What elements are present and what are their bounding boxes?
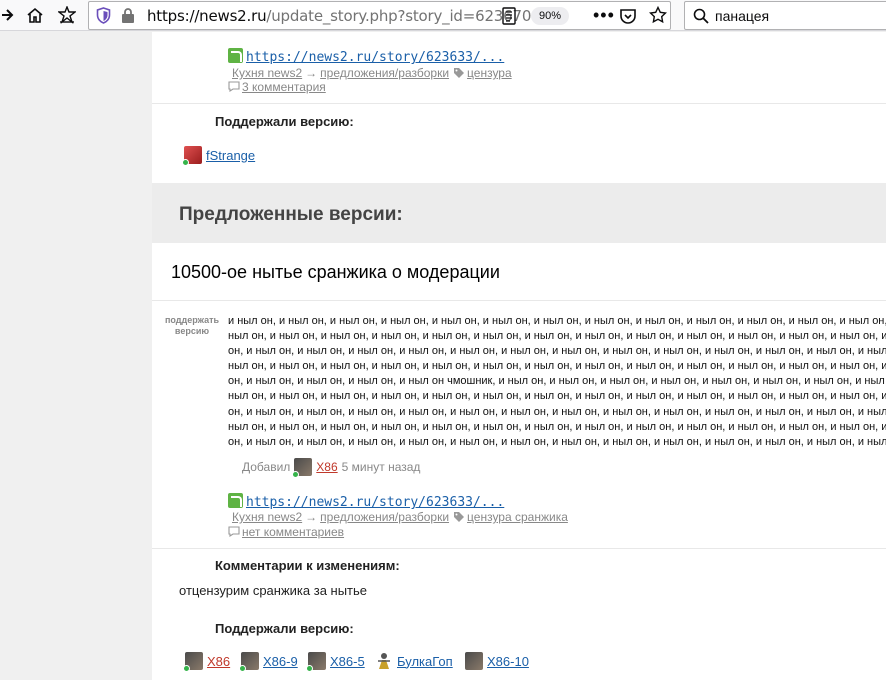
url-path: /update_story.php?story_id=623670	[266, 7, 532, 25]
story-link[interactable]: https://news2.ru/story/623633/...	[246, 50, 504, 65]
supporter-bulkagop[interactable]: БулкаГоп	[375, 652, 453, 670]
supporter-name[interactable]: X86-9	[263, 654, 298, 669]
home-icon[interactable]	[22, 2, 48, 28]
supporter-name[interactable]: X86-10	[487, 654, 529, 669]
changes-text: отцензурим сранжика за нытье	[179, 583, 368, 598]
online-indicator	[292, 471, 300, 478]
search-input[interactable]: панацея	[715, 8, 769, 24]
divider	[152, 300, 886, 301]
supporter-fstrange[interactable]: fStrange	[182, 146, 255, 166]
online-indicator	[306, 665, 313, 672]
tag-link[interactable]: цензура	[467, 66, 512, 80]
search-bar[interactable]: панацея	[684, 1, 886, 30]
browser-toolbar: https://news2.ru/update_story.php?story_…	[0, 0, 886, 31]
url-text[interactable]: https://news2.ru/update_story.php?story_…	[147, 7, 531, 25]
avatar[interactable]	[292, 458, 313, 478]
divider	[152, 548, 886, 549]
supporters-label: Поддержали версию:	[215, 114, 354, 129]
supporter-name[interactable]: БулкаГоп	[397, 654, 453, 669]
body-line: и ныл он, и ныл он, и ныл он, и ныл он, …	[228, 315, 886, 327]
pocket-icon[interactable]	[619, 7, 637, 25]
story-meta: Кухня news2 → предложения/разборки цензура	[232, 66, 512, 80]
page-actions-icon[interactable]: •••	[593, 5, 615, 26]
source-link[interactable]: Кухня news2	[232, 66, 302, 80]
arrow-icon: →	[305, 510, 318, 524]
supporter-name[interactable]: X86	[207, 654, 230, 669]
added-by-row: Добавил X86 5 минут назад	[242, 458, 421, 478]
online-indicator	[182, 159, 189, 166]
supporters-label: Поддержали версию:	[215, 621, 354, 636]
story-body: и ныл он, и ныл он, и ныл он, и ныл он, …	[228, 314, 886, 450]
avatar[interactable]	[465, 652, 483, 670]
body-line: он, и ныл он, и ныл он, и ныл он, и ныл …	[228, 435, 886, 448]
section-title: Предложенные версии:	[179, 204, 403, 225]
story-link-row: https://news2.ru/story/623633/...	[228, 48, 504, 65]
body-line: ныл он, и ныл он, и ныл он, и ныл он, и …	[228, 420, 886, 433]
news2-icon	[228, 493, 243, 508]
arrow-icon: →	[305, 66, 318, 80]
added-label: Добавил	[242, 460, 291, 474]
body-line: он, и ныл он, и ныл он, и ныл он, и ныл …	[228, 345, 886, 358]
story-link-row: https://news2.ru/story/623633/...	[228, 493, 504, 510]
supporter-x86-9[interactable]: X86-9	[239, 652, 298, 672]
story-meta: Кухня news2 → предложения/разборки цензура …	[232, 510, 568, 524]
tag-icon	[454, 512, 465, 522]
category-link[interactable]: предложения/разборки	[320, 66, 449, 80]
body-line: ныл он, и ныл он, и ныл он, и ныл он, и …	[228, 330, 886, 343]
online-indicator	[239, 665, 246, 672]
page-content: https://news2.ru/story/623633/... Кухня …	[152, 32, 886, 680]
search-icon	[693, 8, 709, 24]
supporter-x86-5[interactable]: X86-5	[306, 652, 365, 672]
added-time: 5 минут назад	[341, 460, 421, 474]
supporter-name[interactable]: fStrange	[206, 148, 255, 163]
avatar[interactable]	[182, 146, 202, 166]
supporter-x86-10[interactable]: X86-10	[465, 652, 529, 670]
divider	[152, 103, 886, 104]
body-line: ныл он, и ныл он, и ныл он, и ныл он, и …	[228, 360, 886, 373]
supporter-x86[interactable]: X86	[183, 652, 230, 672]
news2-icon	[228, 48, 243, 63]
avatar[interactable]	[375, 652, 393, 670]
story-link[interactable]: https://news2.ru/story/623633/...	[246, 495, 504, 510]
comments-link[interactable]: 3 комментария	[242, 80, 326, 94]
body-line: ныл он, и ныл он, и ныл он, и ныл он, и …	[228, 390, 886, 403]
body-line: он, и ныл он, и ныл он, и ныл он, и ныл …	[228, 375, 886, 388]
tag-icon	[454, 68, 465, 78]
forward-icon[interactable]	[0, 2, 20, 28]
category-link[interactable]: предложения/разборки	[320, 510, 449, 524]
source-link[interactable]: Кухня news2	[232, 510, 302, 524]
author-link[interactable]: X86	[316, 460, 337, 474]
avatar[interactable]	[183, 652, 203, 672]
zoom-indicator[interactable]: 90%	[531, 7, 570, 25]
reader-view-icon[interactable]	[501, 7, 517, 25]
figure-icon	[378, 653, 390, 669]
body-line: он, и ныл он, и ныл он, и ныл он, и ныл …	[228, 405, 886, 418]
comments-row: 3 комментария	[228, 80, 326, 94]
supporter-name[interactable]: X86-5	[330, 654, 365, 669]
support-version-button[interactable]: поддержать версию	[162, 315, 222, 337]
comments-link[interactable]: нет комментариев	[242, 525, 344, 539]
comment-icon	[228, 81, 240, 93]
avatar[interactable]	[239, 652, 259, 672]
changes-label: Комментарии к изменениям:	[215, 558, 400, 573]
address-bar[interactable]: https://news2.ru/update_story.php?story_…	[88, 1, 671, 30]
comments-row: нет комментариев	[228, 525, 344, 539]
lock-icon[interactable]	[121, 7, 135, 24]
library-icon[interactable]	[54, 2, 80, 28]
comment-icon	[228, 526, 240, 538]
story-title: 10500-ое нытье сранжика о модерации	[171, 262, 500, 282]
tag-link[interactable]: цензура сранжика	[467, 510, 568, 524]
online-indicator	[183, 665, 190, 672]
tracking-protection-icon[interactable]	[95, 7, 112, 24]
avatar[interactable]	[306, 652, 326, 672]
bookmark-star-icon[interactable]	[649, 6, 667, 24]
url-host: https://news2.ru	[147, 7, 267, 25]
